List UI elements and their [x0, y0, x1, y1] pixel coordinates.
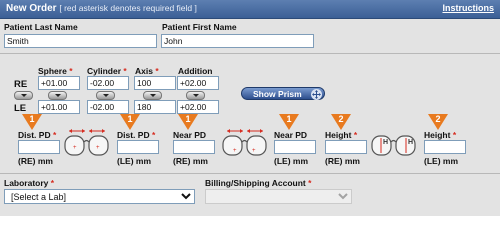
sphere-chevron-down-icon[interactable]	[48, 91, 67, 100]
near-pd-re-field[interactable]	[173, 140, 215, 154]
show-prism-label: Show Prism	[253, 89, 302, 99]
svg-text:+: +	[73, 145, 77, 151]
near-pd-le-field[interactable]	[274, 140, 316, 154]
patient-last-name-field[interactable]	[4, 34, 157, 48]
le-sphere-field[interactable]	[38, 100, 80, 114]
dist-pd-le-field[interactable]	[117, 140, 159, 154]
near-pd-le-unit: (LE) mm	[274, 156, 308, 166]
le-row-label: LE	[14, 103, 27, 114]
dist-pd-le-unit: (LE) mm	[117, 156, 151, 166]
re-sphere-field[interactable]	[38, 76, 80, 90]
laboratory-select[interactable]: [Select a Lab]	[4, 189, 195, 204]
le-addition-field[interactable]	[177, 100, 219, 114]
dist-pd-frame-icon: + +	[63, 127, 110, 157]
le-axis-field[interactable]	[134, 100, 176, 114]
laboratory-label: Laboratory *	[4, 178, 55, 188]
height-re-unit: (RE) mm	[325, 156, 360, 166]
addition-header: Addition	[178, 66, 213, 76]
patient-last-name-label: Patient Last Name	[4, 22, 78, 32]
height-le-badge: 2	[428, 114, 448, 130]
required-note: [ red asterisk denotes required field ]	[59, 3, 197, 13]
svg-text:+: +	[233, 148, 237, 154]
billing-account-select[interactable]	[205, 189, 352, 204]
near-pd-le-badge: 1	[279, 114, 299, 130]
dist-pd-le-badge: 1	[120, 114, 140, 130]
axis-chevron-down-icon[interactable]	[143, 91, 162, 100]
height-re-field[interactable]	[325, 140, 367, 154]
addition-chevron-down-icon[interactable]	[186, 91, 205, 100]
billing-account-label: Billing/Shipping Account *	[205, 178, 312, 188]
near-pd-re-unit: (RE) mm	[173, 156, 208, 166]
height-frame-icon: H H	[370, 127, 417, 157]
height-le-label: Height *	[424, 130, 457, 140]
near-pd-frame-icon: + +	[221, 127, 268, 157]
show-prism-button[interactable]: Show Prism	[241, 87, 325, 100]
patient-first-name-field[interactable]	[161, 34, 314, 48]
height-le-unit: (LE) mm	[424, 156, 458, 166]
section-divider	[0, 53, 500, 54]
frame-height-glyph: H	[408, 139, 414, 146]
page-title: New Order [ red asterisk denotes require…	[6, 3, 197, 14]
re-row-label: RE	[14, 79, 28, 90]
height-le-field[interactable]	[424, 140, 466, 154]
near-pd-re-badge: 1	[178, 114, 198, 130]
near-pd-le-label: Near PD	[274, 130, 308, 140]
header-bar: New Order [ red asterisk denotes require…	[0, 0, 500, 19]
title-text: New Order	[6, 3, 57, 14]
dist-pd-le-label: Dist. PD *	[117, 130, 156, 140]
dist-pd-re-badge: 1	[22, 114, 42, 130]
axis-header: Axis *	[135, 66, 159, 76]
cylinder-chevron-down-icon[interactable]	[96, 91, 115, 100]
re-le-copy-chevron-down-icon[interactable]	[14, 91, 33, 100]
near-pd-re-label: Near PD	[173, 130, 207, 140]
re-cylinder-field[interactable]	[87, 76, 129, 90]
le-cylinder-field[interactable]	[87, 100, 129, 114]
dist-pd-re-unit: (RE) mm	[18, 156, 53, 166]
svg-text:+: +	[96, 145, 100, 151]
frame-height-glyph: H	[383, 139, 389, 146]
instructions-link[interactable]: Instructions	[442, 3, 494, 13]
sphere-header: Sphere *	[38, 66, 73, 76]
svg-text:+: +	[252, 148, 256, 154]
section-divider	[0, 173, 500, 174]
move-arrows-icon	[311, 89, 322, 100]
height-re-label: Height *	[325, 130, 358, 140]
height-re-badge: 2	[331, 114, 351, 130]
re-addition-field[interactable]	[177, 76, 219, 90]
dist-pd-re-field[interactable]	[18, 140, 60, 154]
patient-first-name-label: Patient First Name	[162, 22, 237, 32]
cylinder-header: Cylinder *	[87, 66, 127, 76]
re-axis-field[interactable]	[134, 76, 176, 90]
dist-pd-re-label: Dist. PD *	[18, 130, 57, 140]
